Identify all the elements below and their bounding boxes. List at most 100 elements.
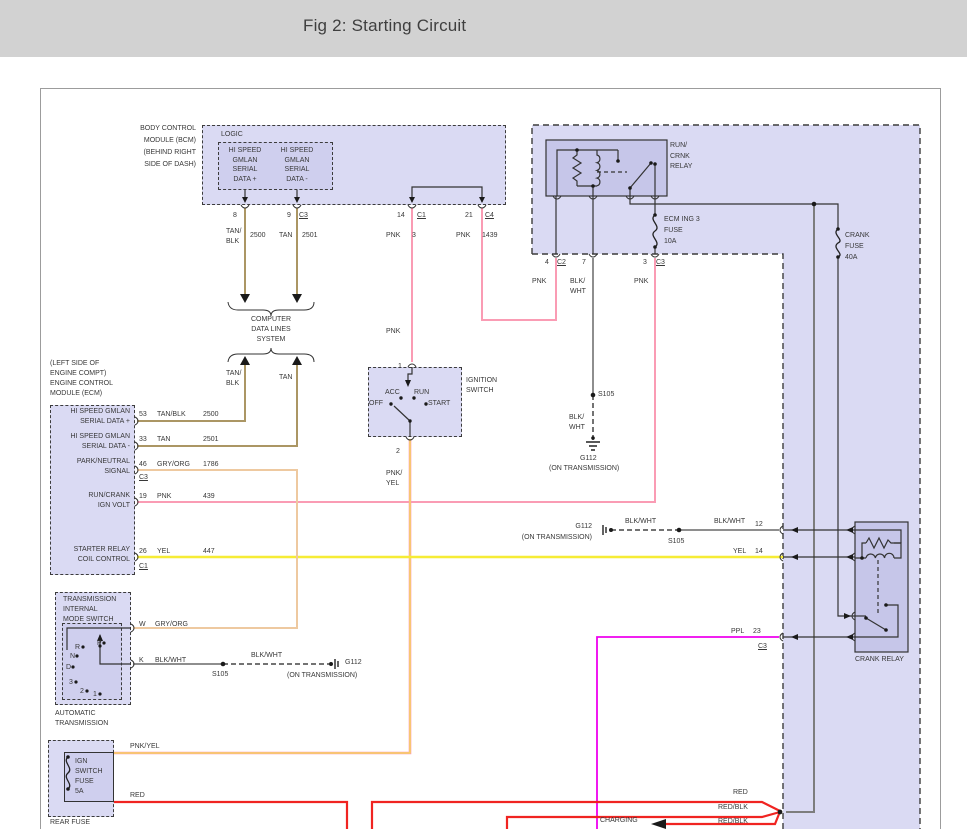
bcm-hs-gmlan-plus: HI SPEEDGMLANSERIALDATA + (220, 146, 270, 184)
relay-pin-4: 4 (545, 258, 549, 268)
wire-label-tan-blk-2: TAN/BLK (226, 369, 241, 388)
splice-s105: S105 (598, 390, 614, 400)
crank-relay-conn-c3: C3 (758, 642, 767, 652)
crank-fuse-label: CRANKFUSE40A (845, 230, 870, 263)
ign-pos-off: OFF (369, 399, 383, 409)
ecm-ckt-4: 447 (203, 547, 215, 557)
wire-label-pnk-3: PNK (532, 277, 546, 287)
bcm-pin-8: 8 (233, 211, 237, 221)
ecm-row-starter-relay: STARTER RELAYCOIL CONTROL (52, 545, 130, 564)
ground-g112-loc: (ON TRANSMISSION) (549, 464, 619, 474)
wire-label-blk-wht-3: BLK/WHT (625, 517, 656, 527)
wire-label-pnk-yel: PNK/YEL (386, 469, 402, 488)
computer-data-lines-label: COMPUTERDATA LINESSYSTEM (236, 315, 306, 345)
bcm-location-label: BODY CONTROLMODULE (BCM)(BEHIND RIGHTSID… (100, 123, 196, 171)
ground-g112-3-loc: (ON TRANSMISSION) (287, 671, 357, 681)
figure-title: Fig 2: Starting Circuit (303, 16, 466, 36)
ecm-ign3-fuse-label: ECM ING 3FUSE10A (664, 214, 700, 247)
ecm-row-gmlan-plus: HI SPEED GMLANSERIAL DATA + (52, 407, 130, 426)
mode-pin-w: W (139, 620, 146, 630)
wire-label-tan-blk: TAN/BLK (226, 227, 241, 246)
title-bar: Fig 2: Starting Circuit (0, 0, 967, 57)
wire-label-red-blk-2: RED/BLK (718, 817, 748, 827)
ecm-ckt-3: 439 (203, 492, 215, 502)
bcm-conn-c3: C3 (299, 211, 308, 221)
crank-relay-pin-14: 14 (755, 547, 763, 557)
ecm-row-gmlan-minus: HI SPEED GMLANSERIAL DATA - (52, 432, 130, 451)
bcm-pin-9: 9 (287, 211, 291, 221)
wire-label-tan-2: TAN (279, 373, 292, 383)
mode-pin-k: K (139, 656, 144, 666)
wire-label-blk-wht-2: BLK/WHT (569, 413, 585, 432)
ecm-pin-46: 46 (139, 460, 147, 470)
ground-g112: G112 (580, 454, 597, 464)
relay-pin-7: 7 (582, 258, 586, 268)
ecm-ckt-1: 2501 (203, 435, 219, 445)
relay-conn-c3: C3 (656, 258, 665, 268)
ecm-pin-26: 26 (139, 547, 147, 557)
bcm-pin-14: 14 (397, 211, 405, 221)
wire-label-ppl: PPL (731, 627, 744, 637)
wire-label-blk-wht-5: BLK/WHT (155, 656, 186, 666)
mode-pos-r: R (75, 643, 80, 653)
wire-label-blk-wht-4: BLK/WHT (714, 517, 745, 527)
rear-fuse-label: REAR FUSE (50, 818, 90, 828)
wire-label-red: RED (130, 791, 145, 801)
splice-s105-2: S105 (668, 537, 684, 547)
crank-relay-pin-23: 23 (753, 627, 761, 637)
ign-switch-fuse-label: IGNSWITCHFUSE5A (75, 757, 103, 797)
bcm-conn-c4: C4 (485, 211, 494, 221)
ign-pin-2: 2 (396, 447, 400, 457)
bcm-pin-21: 21 (465, 211, 473, 221)
ign-pin-1: 1 (398, 362, 402, 372)
wire-label-yel: YEL (733, 547, 746, 557)
wire-ckt-2500: 2500 (250, 231, 266, 241)
ecm-ckt-0: 2500 (203, 410, 219, 420)
ecm-pin-19: 19 (139, 492, 147, 502)
automatic-transmission-label: AUTOMATICTRANSMISSION (55, 709, 108, 729)
ecm-wire-0: TAN/BLK (157, 410, 186, 420)
wire-label-blk-wht: BLK/WHT (570, 277, 586, 296)
ign-pos-run: RUN (414, 388, 429, 398)
crank-relay-pin-12: 12 (755, 520, 763, 530)
ign-pos-acc: ACC (385, 388, 400, 398)
ground-g112-3: G112 (345, 658, 362, 668)
mode-pos-3: 3 (69, 678, 73, 688)
wire-ckt-3: 3 (412, 231, 416, 241)
wire-label-gry-org: GRY/ORG (155, 620, 188, 630)
wire-label-pnk: PNK (386, 231, 400, 241)
wire-ckt-2501: 2501 (302, 231, 318, 241)
ecm-pin-53: 53 (139, 410, 147, 420)
charging-circuit-label: CHARGING (600, 816, 638, 826)
wire-label-tan: TAN (279, 231, 292, 241)
ecm-wire-4: YEL (157, 547, 170, 557)
crank-relay-label: CRANK RELAY (855, 655, 904, 665)
ground-g112-2-loc: (ON TRANSMISSION) (505, 533, 592, 543)
mode-pos-d: D (66, 663, 71, 673)
ecm-row-park-neutral: PARK/NEUTRALSIGNAL (52, 457, 130, 476)
splice-s105-3: S105 (212, 670, 228, 680)
ecm-wire-2: GRY/ORG (157, 460, 190, 470)
wiring-diagram-page: Fig 2: Starting Circuit (0, 0, 967, 829)
mode-switch-label: TRANSMISSIONINTERNALMODE SWITCH (63, 595, 116, 625)
wire-label-red-blk-1: RED/BLK (718, 803, 748, 813)
ecm-wire-1: TAN (157, 435, 170, 445)
wire-label-pnk-mid: PNK (386, 327, 400, 337)
wire-label-red-2: RED (733, 788, 748, 798)
bcm-logic-label: LOGIC (221, 130, 243, 140)
mode-pos-1: 1 (93, 690, 97, 700)
wire-ckt-1439: 1439 (482, 231, 498, 241)
ign-pos-start: START (428, 399, 450, 409)
ignition-switch-label: IGNITIONSWITCH (466, 376, 497, 396)
ecm-wire-3: PNK (157, 492, 171, 502)
wire-label-pnk-4: PNK (634, 277, 648, 287)
ecm-pin-33: 33 (139, 435, 147, 445)
relay-conn-c2: C2 (557, 258, 566, 268)
ecm-location-label: (LEFT SIDE OFENGINE COMPT)ENGINE CONTROL… (50, 359, 113, 399)
mode-pos-2: 2 (80, 687, 84, 697)
wire-label-pnk-2: PNK (456, 231, 470, 241)
wire-label-blk-wht-6: BLK/WHT (251, 651, 282, 661)
mode-pos-p: P (97, 639, 102, 649)
ecm-conn-c3: C3 (139, 473, 148, 483)
ecm-row-run-crank: RUN/CRANKIGN VOLT (52, 491, 130, 510)
